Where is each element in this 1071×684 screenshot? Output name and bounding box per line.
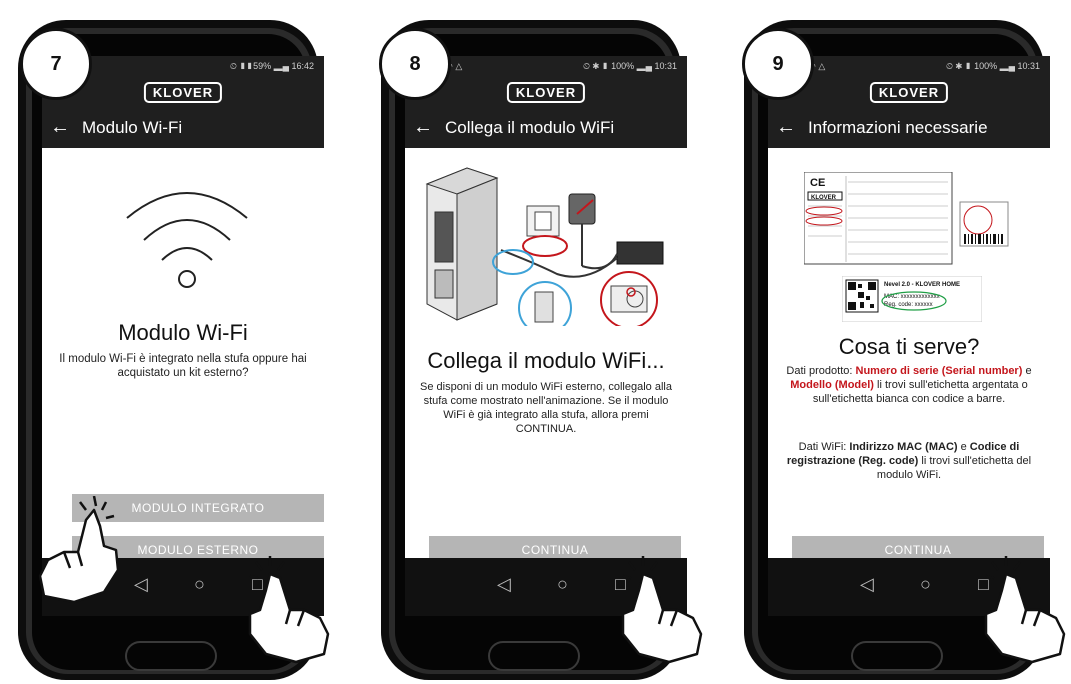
- status-info: ⏲ ▮▮59% ▂▄ 16:42: [229, 61, 314, 71]
- product-data-description: Dati prodotto: Numero di serie (Serial n…: [782, 364, 1036, 406]
- wifi-icon: [126, 192, 248, 288]
- stove-connection-illustration: [425, 167, 664, 326]
- content-heading: Modulo Wi-Fi: [118, 320, 248, 345]
- content-heading: Cosa ti serve?: [838, 334, 980, 359]
- nav-back-icon[interactable]: ◁: [860, 574, 874, 595]
- serial-number-highlight: Numero di serie (Serial number): [855, 365, 1023, 377]
- phone-step-7: ◠ ⏲ ▮▮59% ▂▄ 16:42 KLOVER ← Modulo Wi-Fi…: [4, 18, 330, 684]
- mac-highlight: Indirizzo MAC (MAC): [849, 441, 958, 453]
- content-description: Se disponi di un modulo WiFi esterno, co…: [420, 381, 672, 435]
- page-title: Collega il modulo WiFi: [445, 118, 615, 137]
- brand-bar: KLOVER: [768, 78, 1050, 108]
- back-arrow-icon[interactable]: ←: [413, 116, 433, 139]
- nav-home-icon[interactable]: ○: [920, 574, 931, 595]
- back-arrow-icon[interactable]: ←: [50, 116, 70, 139]
- content: CE KLOVER Nevel 2.0 - KLOVER HOME MAC: x…: [768, 148, 1050, 558]
- phone-screen: ◠ △ ⏲ ✱ ▮ 100% ▂▄ 10:31 KLOVER ← Informa…: [768, 56, 1050, 616]
- nav-home-icon[interactable]: ○: [557, 574, 568, 595]
- app-bar: ← Informazioni necessarie: [768, 108, 1050, 148]
- content-heading: Collega il modulo WiFi...: [427, 348, 665, 373]
- product-label-illustration: CE KLOVER: [804, 172, 1009, 265]
- wifi-label-title: Nevel 2.0 - KLOVER HOME: [884, 282, 960, 288]
- desc-text: e: [1022, 365, 1032, 377]
- step-badge: 8: [379, 28, 451, 100]
- klover-logo: KLOVER: [143, 82, 223, 103]
- tap-hand-icon: [621, 556, 703, 664]
- desc-text: e: [957, 441, 970, 453]
- step-badge: 9: [742, 28, 814, 100]
- app-bar: ← Modulo Wi-Fi: [42, 108, 324, 148]
- phone-screen: ◠ △ ⏲ ✱ ▮ 100% ▂▄ 10:31 KLOVER ← Collega…: [405, 56, 687, 616]
- status-info: ⏲ ✱ ▮ 100% ▂▄ 10:31: [946, 61, 1040, 71]
- back-arrow-icon[interactable]: ←: [776, 116, 796, 139]
- nav-home-icon[interactable]: ○: [194, 574, 205, 595]
- nav-back-icon[interactable]: ◁: [134, 574, 148, 595]
- page-title: Modulo Wi-Fi: [82, 118, 183, 137]
- ce-mark: CE: [810, 177, 825, 189]
- klover-logo: KLOVER: [506, 82, 586, 103]
- desc-text: Dati WiFi:: [798, 441, 850, 453]
- tap-hand-icon: [38, 496, 120, 604]
- wifi-module-label-illustration: Nevel 2.0 - KLOVER HOME MAC: xxxxxxxxxxx…: [842, 276, 982, 322]
- klover-logo: KLOVER: [869, 82, 949, 103]
- page-title: Informazioni necessarie: [808, 118, 988, 137]
- label-brand: KLOVER: [811, 195, 837, 201]
- model-highlight: Modello (Model): [790, 379, 874, 391]
- status-info: ⏲ ✱ ▮ 100% ▂▄ 10:31: [583, 61, 677, 71]
- content: Collega il modulo WiFi... Se disponi di …: [405, 148, 687, 558]
- desc-text: Dati prodotto:: [786, 365, 856, 377]
- brand-bar: KLOVER: [405, 78, 687, 108]
- tap-hand-icon: [984, 556, 1066, 664]
- content-description: Il modulo Wi-Fi è integrato nella stufa …: [59, 353, 307, 379]
- nav-back-icon[interactable]: ◁: [497, 574, 511, 595]
- phone-step-9: ◠ △ ⏲ ✱ ▮ 100% ▂▄ 10:31 KLOVER ← Informa…: [730, 18, 1066, 684]
- wifi-data-description: Dati WiFi: Indirizzo MAC (MAC) e Codice …: [782, 440, 1036, 482]
- tap-hand-icon: [248, 556, 330, 664]
- app-bar: ← Collega il modulo WiFi: [405, 108, 687, 148]
- phone-step-8: ◠ △ ⏲ ✱ ▮ 100% ▂▄ 10:31 KLOVER ← Collega…: [367, 18, 703, 684]
- step-badge: 7: [20, 28, 92, 100]
